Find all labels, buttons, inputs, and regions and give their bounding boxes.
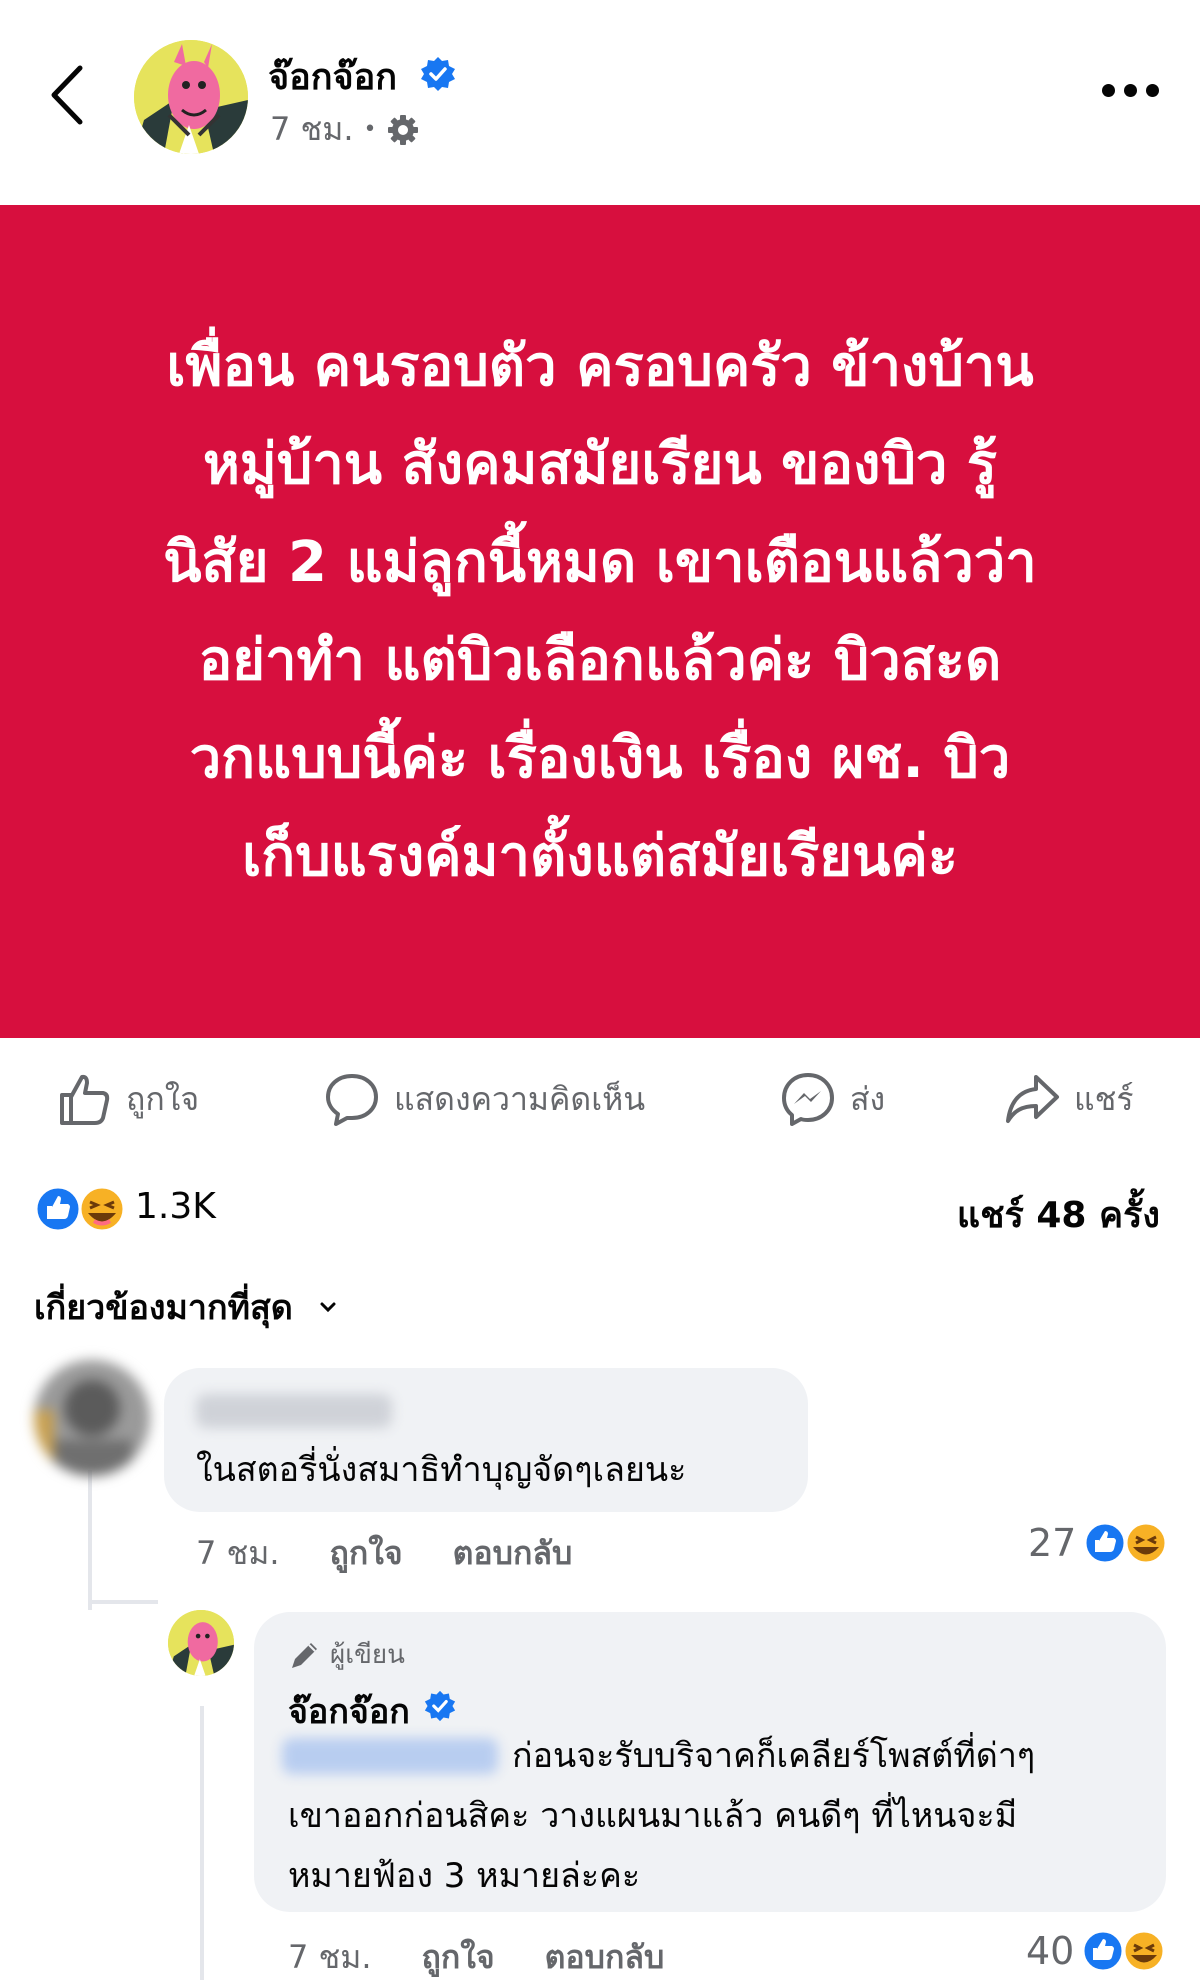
reaction-summary: 1.3K แชร์ 48 ครั้ง [0,1170,1200,1250]
author-badge: ผู้เขียน [288,1634,405,1675]
post-text: เพื่อน คนรอบตัว ครอบครัว ข้างบ้าน หมู่บ้… [163,318,1036,906]
avatar-illustration [134,40,248,154]
reply-thread-line [200,1706,204,1980]
verified-badge-icon [420,56,456,92]
haha-icon [1122,1929,1166,1973]
share-button[interactable]: แชร์ [1004,1068,1134,1130]
reply-text-line: หมายฟ้อง 3 หมายล่ะคะ [288,1856,641,1896]
back-button[interactable] [44,60,92,130]
reaction-icons[interactable] [32,1184,132,1234]
messenger-icon [782,1073,834,1126]
chevron-left-icon [51,65,83,125]
author-avatar[interactable] [168,1610,234,1676]
comment-button[interactable]: แสดงความคิดเห็น [324,1068,645,1130]
more-dot-icon [1124,84,1137,97]
author-badge-label: ผู้เขียน [330,1640,405,1670]
post-text-line: หมู่บ้าน สังคมสมัยเรียน ของบิว รู้ [202,431,998,497]
reply-meta: 7 ชม. ถูกใจ ตอบกลับ [288,1932,664,1983]
reply-reaction-count: 40 [1026,1929,1075,1973]
comment-time[interactable]: 7 ชม. [196,1528,280,1579]
more-dot-icon [1146,84,1159,97]
commenter-name-blurred[interactable] [196,1394,392,1428]
post-text-line: เก็บแรงค์มาตั้งแต่สมัยเรียนค่ะ [242,823,958,889]
reply-reactions[interactable]: 40 [1026,1928,1168,1974]
comment-reaction-count: 27 [1028,1521,1077,1565]
commenter-avatar[interactable] [34,1360,150,1476]
post-text-line: อย่าทำ แต่บิวเลือกแล้วค่ะ บิวสะด [198,627,1002,693]
comment-label: แสดงความคิดเห็น [394,1079,646,1118]
send-label: ส่ง [850,1079,886,1118]
thumbs-up-icon [60,1074,110,1125]
haha-icon [78,1185,126,1233]
reply-reply-button[interactable]: ตอบกลับ [545,1932,665,1983]
thread-line [88,1470,92,1610]
chevron-down-icon [320,1302,336,1313]
post-time[interactable]: 7 ชม. [270,104,354,155]
more-dot-icon [1102,84,1115,97]
comment-filter-dropdown[interactable]: เกี่ยวข้องมากที่สุด [34,1280,339,1334]
comment-text: ในสตอรี่นั่งสมาธิทำบุญจัดๆเลยนะ [196,1450,687,1490]
post-header: จ๊อกจ๊อก 7 ชม. • [0,0,1200,205]
thread-branch-line [88,1600,158,1604]
reply-like-button[interactable]: ถูกใจ [422,1932,495,1983]
comment-meta: 7 ชม. ถูกใจ ตอบกลับ [196,1528,572,1579]
share-label: แชร์ [1074,1079,1134,1118]
post-text-line: นิสัย 2 แม่ลูกนี้หมด เขาเตือนแล้วว่า [163,529,1037,595]
comment-filter-label: เกี่ยวข้องมากที่สุด [34,1288,293,1328]
reaction-count[interactable]: 1.3K [135,1186,216,1227]
comment-reactions[interactable]: 27 [1028,1520,1170,1566]
reply-author-name[interactable]: จ๊อกจ๊อก [288,1684,410,1738]
comment-reply-button[interactable]: ตอบกลับ [453,1528,573,1579]
more-options-button[interactable] [1102,84,1162,108]
comment-bubble-icon [326,1074,378,1126]
reply-text-line: เขาออกก่อนสิคะ วางแผนมาแล้ว คนดีๆ ที่ไหน… [288,1796,1018,1836]
meta-separator: • [363,117,377,142]
share-arrow-icon [1006,1075,1059,1123]
send-button[interactable]: ส่ง [780,1068,885,1130]
like-icon [1083,1521,1127,1565]
like-icon [1081,1929,1125,1973]
post-text-banner[interactable]: เพื่อน คนรอบตัว ครอบครัว ข้างบ้าน หมู่บ้… [0,205,1200,1038]
like-label: ถูกใจ [126,1079,200,1118]
reply-text-line: ก่อนจะรับบริจาคก็เคลียร์โพสต์ที่ด่าๆ [512,1736,1036,1776]
page-name[interactable]: จ๊อกจ๊อก [268,48,397,105]
mentioned-name-blurred[interactable] [282,1738,498,1774]
post-text-line: วกแบบนี้ค่ะ เรื่องเงิน เรื่อง ผช. บิว [189,725,1011,791]
comment-like-button[interactable]: ถูกใจ [330,1528,403,1579]
gear-icon [387,114,418,145]
verified-badge-icon [424,1690,456,1722]
pencil-icon [292,1642,317,1668]
share-count[interactable]: แชร์ 48 ครั้ง [957,1186,1160,1243]
like-button[interactable]: ถูกใจ [56,1068,199,1130]
like-icon [34,1185,82,1233]
post-text-line: เพื่อน คนรอบตัว ครอบครัว ข้างบ้าน [166,333,1034,399]
post-meta: 7 ชม. • [270,104,419,155]
post-action-bar: ถูกใจ แสดงความคิดเห็น ส่ง แชร์ [0,1038,1200,1158]
haha-icon [1124,1521,1168,1565]
reply-time[interactable]: 7 ชม. [288,1932,372,1983]
page-avatar[interactable] [134,40,248,154]
